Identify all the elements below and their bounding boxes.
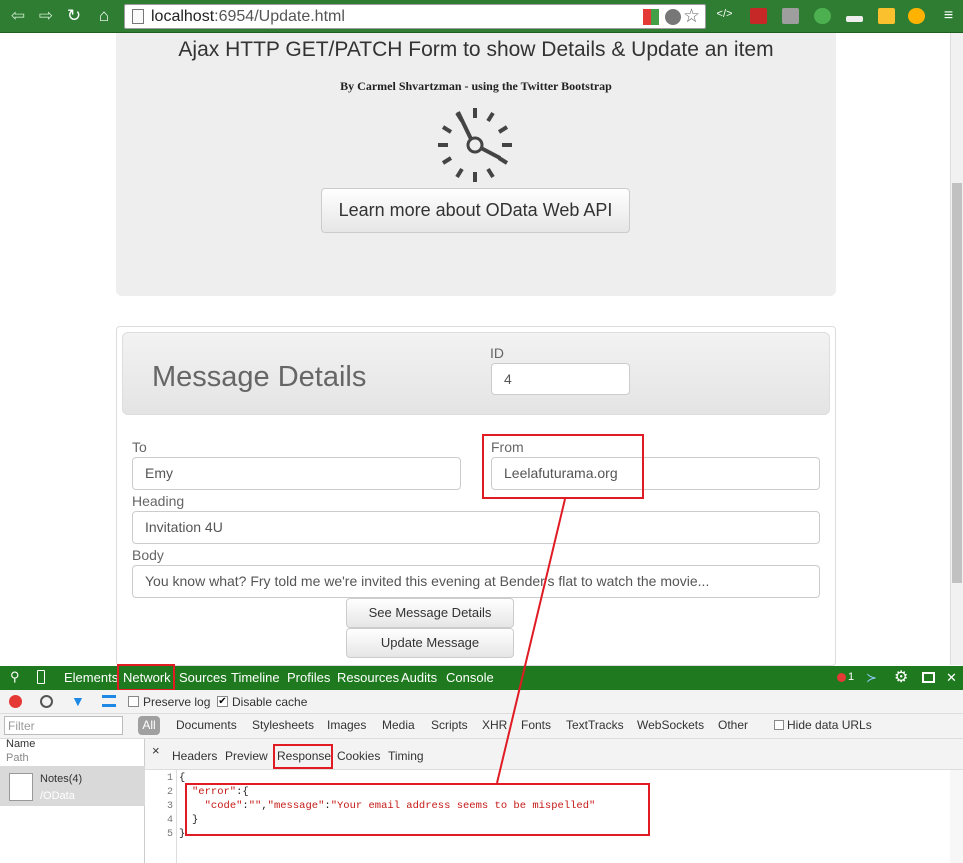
forward-icon[interactable]: ⇨ xyxy=(36,6,56,26)
line-number: 3 xyxy=(166,801,173,812)
body-label: Body xyxy=(132,547,164,563)
filter-websockets[interactable]: WebSockets xyxy=(637,718,704,732)
to-input[interactable]: Emy xyxy=(132,457,461,490)
filter-texttracks[interactable]: TextTracks xyxy=(566,718,624,732)
close-detail-icon[interactable]: × xyxy=(152,743,160,758)
filter-scripts[interactable]: Scripts xyxy=(431,718,468,732)
star-icon[interactable]: ☆ xyxy=(683,5,700,28)
line-number: 1 xyxy=(166,773,173,784)
update-message-button[interactable]: Update Message xyxy=(346,628,514,658)
heading-label: Heading xyxy=(132,493,185,509)
url-text: localhost:6954/Update.html xyxy=(151,8,345,25)
tab-sources[interactable]: Sources xyxy=(179,670,227,685)
filter-stylesheets[interactable]: Stylesheets xyxy=(252,718,314,732)
bulb-icon[interactable] xyxy=(665,9,681,25)
tab-elements[interactable]: Elements xyxy=(64,670,118,685)
line-number: 2 xyxy=(166,787,173,798)
pen-extension-icon[interactable] xyxy=(782,8,799,24)
record-icon[interactable] xyxy=(9,695,22,708)
tab-timeline[interactable]: Timeline xyxy=(231,670,280,685)
browser-toolbar: ⇦ ⇨ ↻ ⌂ localhost:6954/Update.html ☆ </>… xyxy=(0,0,963,33)
home-icon[interactable]: ⌂ xyxy=(94,6,114,26)
tab-timing[interactable]: Timing xyxy=(388,749,424,763)
console-drawer-icon[interactable]: ≻ xyxy=(866,670,877,686)
tab-console[interactable]: Console xyxy=(446,670,494,685)
filter-input[interactable]: Filter xyxy=(4,716,123,735)
tab-cookies[interactable]: Cookies xyxy=(337,749,380,763)
tab-headers[interactable]: Headers xyxy=(172,749,217,763)
heading-input[interactable]: Invitation 4U xyxy=(132,511,820,544)
error-icon[interactable] xyxy=(837,673,846,682)
filter-fonts[interactable]: Fonts xyxy=(521,718,551,732)
byline: By Carmel Shvartzman - using the Twitter… xyxy=(340,79,612,93)
line-number: 5 xyxy=(166,829,173,840)
file-icon xyxy=(9,773,33,801)
device-mode-icon[interactable] xyxy=(37,670,45,684)
detail-tabbar: × Headers Preview Response Cookies Timin… xyxy=(145,739,963,770)
gear-extension-icon[interactable] xyxy=(814,8,831,24)
network-toolbar: ▼ Preserve log ✔ Disable cache xyxy=(0,690,963,714)
download-extension-icon[interactable] xyxy=(846,16,863,22)
from-field-annotation xyxy=(482,434,644,499)
close-devtools-icon[interactable]: ✕ xyxy=(946,670,957,686)
tab-audits[interactable]: Audits xyxy=(401,670,437,685)
id-label: ID xyxy=(490,345,504,361)
to-label: To xyxy=(132,439,147,455)
network-tab-annotation xyxy=(117,664,175,691)
learn-more-button[interactable]: Learn more about OData Web API xyxy=(321,188,630,233)
path-column-header[interactable]: Path xyxy=(6,752,29,764)
filter-other[interactable]: Other xyxy=(718,718,748,732)
filter-all[interactable]: All xyxy=(138,716,160,735)
filter-images[interactable]: Images xyxy=(327,718,366,732)
hide-data-urls-label: Hide data URLs xyxy=(787,718,872,732)
body-input[interactable]: You know what? Fry told me we're invited… xyxy=(132,565,820,598)
request-path: /OData xyxy=(40,790,75,802)
line-number: 4 xyxy=(166,815,173,826)
id-input[interactable]: 4 xyxy=(491,363,630,395)
filter-documents[interactable]: Documents xyxy=(176,718,237,732)
filter-icon[interactable]: ▼ xyxy=(71,693,85,709)
request-name[interactable]: Notes(4) xyxy=(40,773,82,785)
gutter-divider xyxy=(176,770,177,863)
tab-resources[interactable]: Resources xyxy=(337,670,399,685)
error-count[interactable]: 1 xyxy=(848,671,854,683)
page-title: Ajax HTTP GET/PATCH Form to show Details… xyxy=(178,38,774,61)
extension-icon[interactable] xyxy=(643,9,659,25)
hide-data-urls-checkbox[interactable] xyxy=(774,720,784,730)
address-bar[interactable]: localhost:6954/Update.html ☆ xyxy=(124,4,706,29)
back-icon[interactable]: ⇦ xyxy=(8,6,28,26)
book-extension-icon[interactable] xyxy=(750,8,767,24)
reload-icon[interactable]: ↻ xyxy=(64,6,84,26)
menu-icon[interactable]: ≡ xyxy=(940,8,957,24)
filter-xhr[interactable]: XHR xyxy=(482,718,507,732)
dock-icon[interactable] xyxy=(922,672,935,683)
filter-media[interactable]: Media xyxy=(382,718,415,732)
clear-icon[interactable] xyxy=(40,695,53,708)
preserve-log-checkbox[interactable] xyxy=(128,696,139,707)
search-icon[interactable]: ⚲ xyxy=(10,669,20,685)
ruler-extension-icon[interactable] xyxy=(878,8,895,24)
panel-title: Message Details xyxy=(152,361,367,393)
disable-cache-label: Disable cache xyxy=(232,695,308,709)
preserve-log-label: Preserve log xyxy=(143,695,211,709)
response-scrollbar[interactable] xyxy=(950,770,963,863)
settings-gear-icon[interactable]: ⚙ xyxy=(894,667,908,687)
disable-cache-checkbox[interactable]: ✔ xyxy=(217,696,228,707)
filter-bar: Filter All Documents Stylesheets Images … xyxy=(0,714,963,739)
clock-icon xyxy=(438,108,512,182)
page-icon xyxy=(132,9,144,24)
error-response-annotation xyxy=(185,783,650,836)
see-message-details-button[interactable]: See Message Details xyxy=(346,598,514,628)
tab-profiles[interactable]: Profiles xyxy=(287,670,330,685)
code-extension-icon[interactable]: </> xyxy=(716,8,733,24)
page-scrollbar-thumb[interactable] xyxy=(952,183,962,583)
name-column-header[interactable]: Name xyxy=(6,738,35,750)
tab-preview[interactable]: Preview xyxy=(225,749,268,763)
cookie-extension-icon[interactable] xyxy=(908,8,925,24)
view-list-icon[interactable] xyxy=(102,695,116,707)
response-tab-annotation xyxy=(273,744,333,769)
